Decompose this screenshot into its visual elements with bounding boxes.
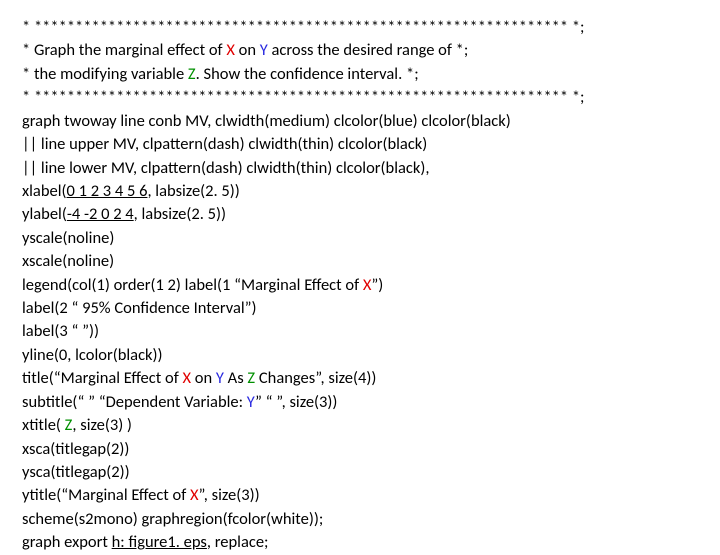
token: graph export [22,532,112,552]
code-line: yscale(noline) [22,227,698,250]
token: * Graph the marginal effect of [22,40,226,60]
code-line: label(2 “ 95% Confidence Interval”) [22,297,698,320]
token: * the modifying variable [22,64,188,84]
token-v-x: X [182,368,191,388]
token: across the desired range of *; [268,40,469,60]
code-line: yline(0, lcolor(black)) [22,344,698,367]
code-line: graph export h: figure1. eps, replace; [22,531,698,554]
code-line: * the modifying variable Z. Show the con… [22,63,698,86]
token: ”) [371,275,383,295]
code-line: scheme(s2mono) graphregion(fcolor(white)… [22,508,698,531]
token-v-y: Y [260,40,268,60]
token-v-y: Y [216,368,224,388]
token: ”, size(3)) [198,485,259,505]
code-line: xtitle( Z, size(3) ) [22,414,698,437]
token: ylabel( [22,204,67,224]
token: title(“Marginal Effect of [22,368,182,388]
token: , labsize(2. 5)) [134,204,226,224]
token: xtitle( [22,415,65,435]
token: Changes”, size(4)) [255,368,376,388]
code-line: * Graph the marginal effect of X on Y ac… [22,39,698,62]
token: . Show the confidence interval. *; [196,64,419,84]
token-underline: -4 -2 0 2 4 [67,204,134,224]
token: on [191,368,216,388]
token: , replace; [207,532,269,552]
token-underline: 0 1 2 3 4 5 6 [67,181,148,201]
code-line: || line lower MV, clpattern(dash) clwidt… [22,157,698,180]
token: As [224,368,247,388]
code-line: ylabel(-4 -2 0 2 4, labsize(2. 5)) [22,203,698,226]
token: , labsize(2. 5)) [147,181,239,201]
code-line: legend(col(1) order(1 2) label(1 “Margin… [22,274,698,297]
token: legend(col(1) order(1 2) label(1 “Margin… [22,275,363,295]
code-line: ytitle(“Marginal Effect of X”, size(3)) [22,484,698,507]
code-line: xlabel(0 1 2 3 4 5 6, labsize(2. 5)) [22,180,698,203]
token: on [235,40,260,60]
token: ” “ ”, size(3)) [255,392,337,412]
code-block: * **************************************… [22,16,698,555]
token-underline: h: figure1. eps [112,532,207,552]
token: ytitle(“Marginal Effect of [22,485,190,505]
code-line: subtitle(“ ” “Dependent Variable: Y” “ ”… [22,391,698,414]
code-line: || line upper MV, clpattern(dash) clwidt… [22,133,698,156]
token: subtitle(“ ” “Dependent Variable: [22,392,247,412]
token: xlabel( [22,181,67,201]
code-line: * **************************************… [22,86,698,109]
code-line: xscale(noline) [22,250,698,273]
token-v-x: X [226,40,235,60]
code-line: xsca(titlegap(2)) [22,438,698,461]
code-line: graph twoway line conb MV, clwidth(mediu… [22,110,698,133]
token: , size(3) ) [72,415,132,435]
token-v-y: Y [247,392,255,412]
token-v-z: Z [247,368,255,388]
code-line: ysca(titlegap(2)) [22,461,698,484]
code-line: * **************************************… [22,16,698,39]
code-line: title(“Marginal Effect of X on Y As Z Ch… [22,367,698,390]
code-line: label(3 “ ”)) [22,320,698,343]
token-v-z: Z [188,64,196,84]
